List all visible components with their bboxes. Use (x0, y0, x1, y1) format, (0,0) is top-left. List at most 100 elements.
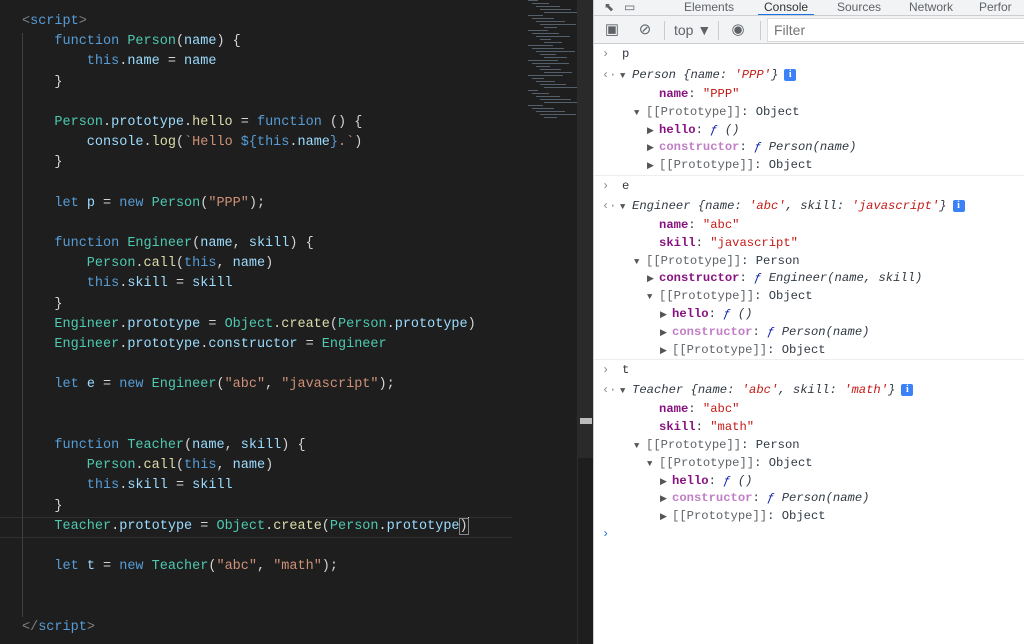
object-property-row[interactable]: skill: "math" (594, 419, 1024, 437)
context-selector[interactable]: top ▼ (674, 22, 711, 38)
object-property-row[interactable]: ▶ hello: ƒ () (594, 473, 1024, 491)
code-line[interactable]: Person.prototype.hello = function () { (22, 113, 476, 133)
console-result[interactable]: ‹· ▼ Engineer {name: 'abc', skill: 'javasc… (594, 196, 1024, 217)
object-property-row[interactable]: ▶ [[Prototype]]: Object (594, 157, 1024, 175)
code-line[interactable] (22, 93, 476, 113)
object-property-row[interactable]: ▶ constructor: ƒ Engineer(name, skill) (594, 270, 1024, 288)
expand-right-icon[interactable]: ▶ (660, 474, 672, 492)
expand-down-icon[interactable]: ▼ (620, 197, 632, 218)
sidebar-toggle-icon[interactable]: ▣ (603, 21, 621, 39)
code-line[interactable]: } (22, 73, 476, 93)
tab-performance[interactable]: Perfor (979, 1, 1012, 14)
inspect-element-icon[interactable]: ⬉ (604, 1, 614, 14)
expand-right-icon[interactable]: ▶ (660, 307, 672, 325)
code-line[interactable] (22, 597, 476, 617)
code-line[interactable] (22, 416, 476, 436)
expand-down-icon[interactable]: ▼ (634, 254, 646, 272)
code-token: ) { (216, 34, 241, 50)
code-line[interactable]: this.skill = skill (22, 274, 476, 294)
expand-right-icon[interactable]: ▶ (647, 158, 659, 176)
code-line[interactable]: Person.call(this, name) (22, 254, 476, 274)
object-property-row[interactable]: ▶ constructor: ƒ Person(name) (594, 324, 1024, 342)
console-command[interactable]: › t (594, 359, 1024, 380)
code-line[interactable] (22, 355, 476, 375)
object-property-row[interactable]: name: "abc" (594, 401, 1024, 419)
minimap-line (532, 48, 564, 49)
object-property-row[interactable]: ▶ constructor: ƒ Person(name) (594, 490, 1024, 508)
code-line[interactable]: Engineer.prototype.constructor = Enginee… (22, 335, 476, 355)
expand-right-icon[interactable]: ▶ (660, 343, 672, 361)
object-property-row[interactable]: ▶ constructor: ƒ Person(name) (594, 139, 1024, 157)
code-line[interactable]: let p = new Person("PPP"); (22, 194, 476, 214)
object-property-row[interactable]: name: "abc" (594, 217, 1024, 235)
console-result[interactable]: ‹· ▼ Teacher {name: 'abc', skill: 'math'} i (594, 380, 1024, 401)
code-lines[interactable]: <script> function Person(name) { this.na… (22, 12, 476, 638)
code-line[interactable]: this.skill = skill (22, 476, 476, 496)
clear-console-icon[interactable]: ⊘ (636, 21, 654, 39)
scrollbar-thumb[interactable] (578, 0, 594, 458)
code-line[interactable] (22, 214, 476, 234)
code-line[interactable]: function Engineer(name, skill) { (22, 234, 476, 254)
code-editor[interactable]: <script> function Person(name) { this.na… (0, 0, 582, 644)
object-property-row[interactable]: ▶ hello: ƒ () (594, 306, 1024, 324)
code-line[interactable] (22, 396, 476, 416)
expand-right-icon[interactable]: ▶ (660, 509, 672, 527)
code-line[interactable] (22, 577, 476, 597)
tab-network[interactable]: Network (909, 1, 953, 14)
code-line[interactable]: <script> (22, 12, 476, 32)
code-line[interactable] (22, 537, 476, 557)
code-line[interactable]: this.name = name (22, 52, 476, 72)
object-property-row[interactable]: ▼ [[Prototype]]: Object (594, 288, 1024, 306)
object-property-row[interactable]: ▶ hello: ƒ () (594, 122, 1024, 140)
code-line[interactable]: function Person(name) { (22, 32, 476, 52)
object-property-row[interactable]: ▶ [[Prototype]]: Object (594, 508, 1024, 526)
console-prompt[interactable]: › (594, 526, 1024, 544)
minimap[interactable] (518, 0, 582, 125)
object-property-row[interactable]: ▼ [[Prototype]]: Object (594, 455, 1024, 473)
expand-right-icon[interactable]: ▶ (647, 271, 659, 289)
editor-scrollbar[interactable] (577, 0, 594, 644)
code-token: Person (127, 34, 176, 50)
expand-down-icon[interactable]: ▼ (634, 105, 646, 123)
code-line[interactable]: } (22, 497, 476, 517)
object-property-row[interactable]: ▶ [[Prototype]]: Object (594, 342, 1024, 360)
expand-right-icon[interactable]: ▶ (660, 491, 672, 509)
console-output[interactable]: › p ‹· ▼ Person {name: 'PPP'} i name: "PPP" ▼[… (594, 44, 1024, 544)
info-icon[interactable]: i (952, 199, 965, 212)
object-property-row[interactable]: name: "PPP" (594, 86, 1024, 104)
info-icon[interactable]: i (901, 384, 914, 397)
expand-right-icon[interactable]: ▶ (647, 123, 659, 141)
eye-icon[interactable]: ◉ (729, 21, 747, 39)
code-line[interactable]: } (22, 295, 476, 315)
console-command[interactable]: › e (594, 174, 1024, 196)
code-line[interactable]: let e = new Engineer("abc", "javascript"… (22, 375, 476, 395)
tab-sources[interactable]: Sources (837, 1, 881, 14)
console-result[interactable]: ‹· ▼ Person {name: 'PPP'} i (594, 65, 1024, 86)
tab-console[interactable]: Console (758, 1, 815, 15)
device-toolbar-icon[interactable]: ▭ (624, 1, 635, 14)
object-property-row[interactable]: skill: "javascript" (594, 235, 1024, 253)
code-line[interactable]: Person.call(this, name) (22, 456, 476, 476)
code-line[interactable]: Teacher.prototype = Object.create(Person… (22, 516, 476, 537)
expand-down-icon[interactable]: ▼ (634, 438, 646, 456)
object-property-row[interactable]: ▼ [[Prototype]]: Object (594, 104, 1024, 122)
code-line[interactable]: console.log(`Hello ${this.name}.`) (22, 133, 476, 153)
code-line[interactable]: } (22, 153, 476, 173)
expand-down-icon[interactable]: ▼ (647, 456, 659, 474)
filter-input[interactable] (767, 18, 1024, 42)
expand-down-icon[interactable]: ▼ (620, 381, 632, 402)
code-line[interactable]: let t = new Teacher("abc", "math"); (22, 557, 476, 577)
expand-right-icon[interactable]: ▶ (647, 140, 659, 158)
console-command[interactable]: › p (594, 44, 1024, 65)
code-line[interactable]: Engineer.prototype = Object.create(Perso… (22, 315, 475, 335)
tab-elements[interactable]: Elements (684, 1, 734, 14)
info-icon[interactable]: i (784, 68, 797, 81)
expand-down-icon[interactable]: ▼ (647, 289, 659, 307)
object-property-row[interactable]: ▼ [[Prototype]]: Person (594, 437, 1024, 455)
code-line[interactable]: function Teacher(name, skill) { (22, 436, 476, 456)
code-line[interactable]: </script> (22, 618, 476, 638)
expand-down-icon[interactable]: ▼ (620, 66, 632, 87)
object-property-row[interactable]: ▼ [[Prototype]]: Person (594, 253, 1024, 271)
code-line[interactable] (22, 174, 476, 194)
expand-right-icon[interactable]: ▶ (660, 325, 672, 343)
